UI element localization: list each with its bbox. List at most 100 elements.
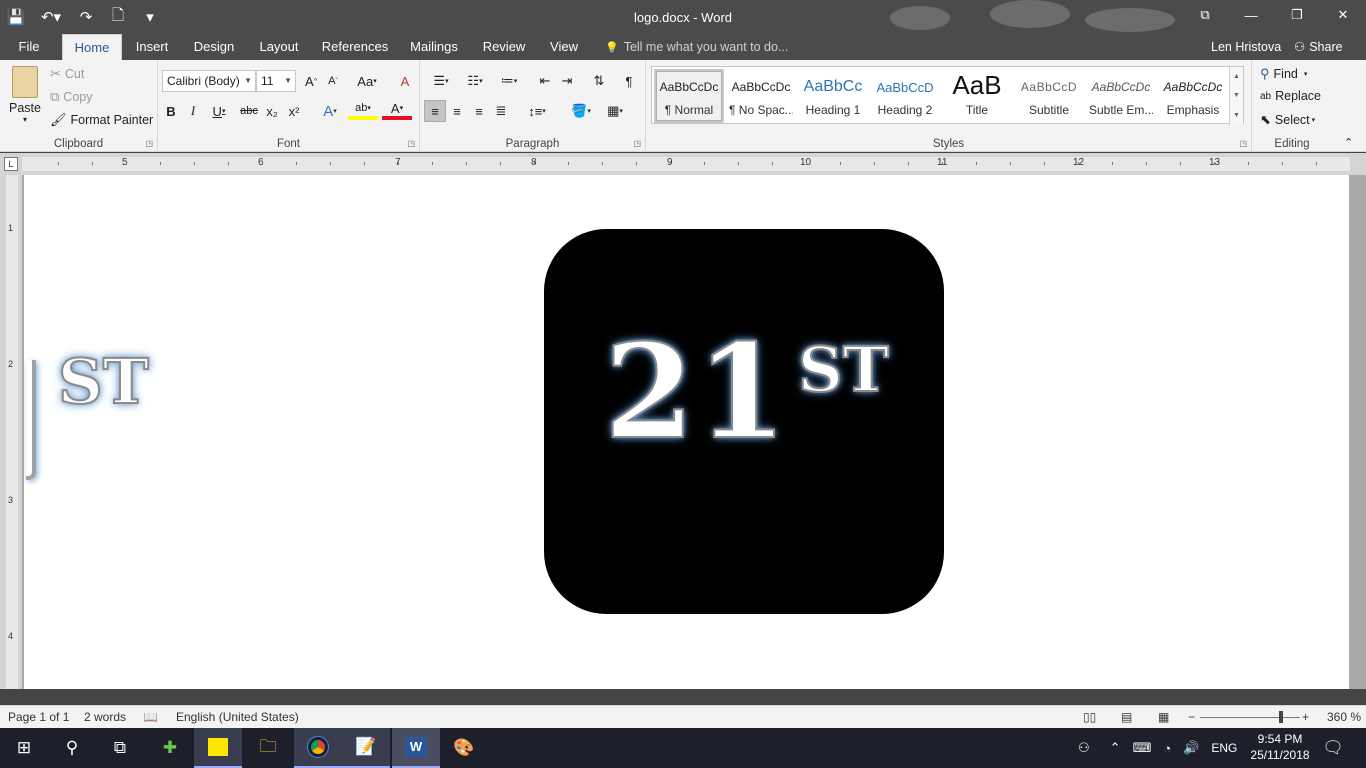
user-account[interactable]: Len Hristova bbox=[1211, 34, 1281, 60]
minimize-button[interactable]: — bbox=[1228, 0, 1274, 30]
bullets-button[interactable]: ☰ ▾ bbox=[426, 70, 456, 92]
read-mode-icon[interactable]: ▯▯ bbox=[1083, 710, 1096, 724]
logo-image[interactable]: 21 ST bbox=[544, 229, 944, 614]
tab-home[interactable]: Home bbox=[62, 34, 122, 60]
wifi-icon[interactable]: ◔ bbox=[1163, 741, 1171, 756]
copy-button[interactable]: ⧉ Copy bbox=[50, 89, 92, 105]
format-painter-button[interactable]: 🖌 Format Painter bbox=[50, 112, 153, 128]
cut-button[interactable]: ✂ Cut bbox=[50, 66, 84, 82]
decrease-indent-button[interactable]: ⇤ bbox=[534, 70, 556, 92]
sort-button[interactable]: ⇅ bbox=[588, 70, 610, 92]
increase-indent-button[interactable]: ⇥ bbox=[556, 70, 578, 92]
people-icon[interactable]: ⚇ bbox=[1078, 740, 1090, 756]
font-launcher-icon[interactable]: ◳ bbox=[407, 139, 415, 148]
paste-button[interactable]: Paste ▾ bbox=[6, 64, 44, 132]
clock[interactable]: 9:54 PM 25/11/2018 bbox=[1250, 731, 1310, 763]
style-heading-1[interactable]: AaBbCc Heading 1 bbox=[800, 71, 866, 121]
action-center-button[interactable]: 🗨 bbox=[1310, 728, 1356, 768]
taskbar-chrome[interactable] bbox=[294, 728, 342, 768]
ribbon-display-options-button[interactable]: ⧉ bbox=[1182, 0, 1228, 30]
tab-references[interactable]: References bbox=[318, 34, 392, 60]
undo-button[interactable]: ↶▾ bbox=[32, 2, 70, 32]
bold-button[interactable]: B bbox=[160, 100, 182, 122]
tab-file[interactable]: File bbox=[8, 34, 50, 60]
font-color-button[interactable]: A ▾ bbox=[382, 100, 412, 120]
select-button[interactable]: ⬉ Select ▾ bbox=[1260, 112, 1315, 128]
language-indicator[interactable]: English (United States) bbox=[176, 710, 299, 724]
tab-design[interactable]: Design bbox=[188, 34, 240, 60]
zoom-out-button[interactable]: − bbox=[1188, 710, 1195, 724]
justify-button[interactable]: ≣ bbox=[490, 100, 512, 122]
horizontal-ruler[interactable]: L 5 6 7 8 9 10 11 12 13 bbox=[0, 153, 1366, 175]
customize-qat-button[interactable]: ▾ bbox=[134, 2, 166, 32]
taskbar-paint[interactable]: 🎨 bbox=[440, 728, 488, 768]
style-subtitle[interactable]: AaBbCcD Subtitle bbox=[1016, 71, 1082, 121]
style-normal[interactable]: AaBbCcDc ¶ Normal bbox=[654, 69, 724, 123]
highlight-button[interactable]: ab ▾ bbox=[348, 100, 378, 120]
save-button[interactable]: 💾 bbox=[0, 2, 32, 32]
font-size-select[interactable]: 11 ▼ bbox=[256, 70, 296, 92]
multilevel-list-button[interactable]: ≔ ▾ bbox=[494, 70, 524, 92]
align-center-button[interactable]: ≡ bbox=[446, 100, 468, 122]
styles-launcher-icon[interactable]: ◳ bbox=[1239, 139, 1247, 148]
underline-button[interactable]: U ▾ bbox=[204, 100, 234, 122]
line-spacing-button[interactable]: ↕≡ ▾ bbox=[522, 100, 552, 122]
align-right-button[interactable]: ≡ bbox=[468, 100, 490, 122]
close-button[interactable]: ✕ bbox=[1320, 0, 1366, 30]
tab-view[interactable]: View bbox=[546, 34, 582, 60]
proofing-icon[interactable]: 📖 bbox=[143, 710, 158, 724]
font-name-select[interactable]: Calibri (Body) ▼ bbox=[162, 70, 256, 92]
strikethrough-button[interactable]: abc bbox=[238, 100, 260, 122]
search-button[interactable]: ⚲ bbox=[48, 728, 96, 768]
redo-button[interactable]: ↷ bbox=[70, 2, 102, 32]
zoom-in-button[interactable]: + bbox=[1302, 710, 1309, 724]
tab-mailings[interactable]: Mailings bbox=[405, 34, 463, 60]
style-title[interactable]: AaB Title bbox=[944, 70, 1010, 121]
web-layout-icon[interactable]: ▦ bbox=[1158, 710, 1169, 724]
taskbar-file-explorer[interactable]: 🗀 bbox=[244, 728, 292, 768]
style-heading-2[interactable]: AaBbCcD Heading 2 bbox=[872, 71, 938, 121]
tab-insert[interactable]: Insert bbox=[130, 34, 174, 60]
language-bar-icon[interactable]: ⌨ bbox=[1133, 740, 1152, 756]
tab-layout[interactable]: Layout bbox=[253, 34, 305, 60]
chevron-up-icon[interactable]: ⌃ bbox=[1110, 740, 1121, 756]
start-button[interactable]: ⊞ bbox=[0, 728, 48, 768]
shrink-font-button[interactable]: Aˇ bbox=[322, 70, 344, 92]
print-layout-icon[interactable]: ▤ bbox=[1121, 710, 1132, 724]
numbering-button[interactable]: ☷ ▾ bbox=[460, 70, 490, 92]
zoom-level[interactable]: 360 % bbox=[1327, 710, 1361, 724]
collapse-ribbon-button[interactable]: ⌃ bbox=[1344, 136, 1353, 149]
find-button[interactable]: ⚲ Find ▾ bbox=[1260, 66, 1307, 82]
task-view-button[interactable]: ⧉ bbox=[96, 728, 144, 768]
italic-button[interactable]: I bbox=[182, 100, 204, 122]
text-effects-button[interactable]: A ▾ bbox=[316, 100, 344, 122]
new-document-button[interactable]: 🗋 bbox=[102, 2, 134, 32]
change-case-button[interactable]: Aa ▾ bbox=[352, 70, 382, 92]
document-page[interactable]: ST 21 ST bbox=[24, 175, 1349, 689]
taskbar-app-store[interactable]: ✚ bbox=[146, 728, 194, 768]
taskbar-greenshot[interactable]: 📝 bbox=[342, 728, 390, 768]
shading-button[interactable]: 🪣 ▾ bbox=[566, 100, 596, 122]
tell-me-search[interactable]: 💡 Tell me what you want to do... bbox=[605, 34, 788, 60]
borders-button[interactable]: ▦ ▾ bbox=[600, 100, 630, 122]
zoom-slider[interactable] bbox=[1200, 717, 1300, 718]
styles-gallery-scroll[interactable]: ▲ ▼ ▼ bbox=[1229, 67, 1243, 125]
align-left-button[interactable]: ≡ bbox=[424, 100, 446, 122]
superscript-button[interactable]: x² bbox=[283, 100, 305, 122]
grow-font-button[interactable]: A ^ bbox=[300, 70, 322, 92]
style-no-spacing[interactable]: AaBbCcDc ¶ No Spac... bbox=[728, 71, 794, 121]
page-count[interactable]: Page 1 of 1 bbox=[8, 710, 69, 724]
restore-button[interactable]: ❐ bbox=[1274, 0, 1320, 30]
zoom-slider-thumb[interactable] bbox=[1279, 711, 1283, 723]
word-count[interactable]: 2 words bbox=[84, 710, 126, 724]
volume-icon[interactable]: 🔊 bbox=[1183, 740, 1199, 756]
tab-review[interactable]: Review bbox=[478, 34, 530, 60]
show-formatting-button[interactable]: ¶ bbox=[618, 70, 640, 92]
share-button[interactable]: ⚇ Share bbox=[1294, 34, 1343, 60]
paragraph-launcher-icon[interactable]: ◳ bbox=[633, 139, 641, 148]
clipboard-launcher-icon[interactable]: ◳ bbox=[145, 139, 153, 148]
taskbar-word[interactable]: W bbox=[392, 728, 440, 768]
subscript-button[interactable]: x₂ bbox=[261, 100, 283, 122]
replace-button[interactable]: ab Replace bbox=[1260, 89, 1321, 103]
clear-formatting-button[interactable]: A bbox=[394, 70, 416, 92]
